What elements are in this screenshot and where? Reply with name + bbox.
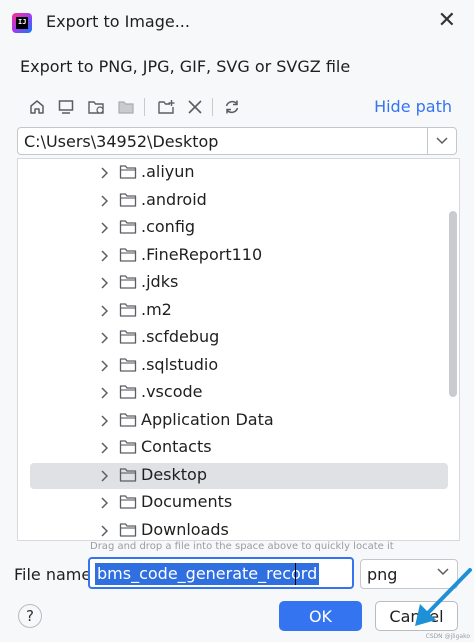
file-tree[interactable]: .aliyun .android .config .FineReport110 .jdk… (17, 158, 460, 541)
folder-icon (119, 247, 137, 262)
file-type-select[interactable]: png (360, 559, 458, 589)
tree-item[interactable]: .sqlstudio (30, 353, 448, 379)
toolbar-separator (144, 98, 145, 116)
window-title: Export to Image... (46, 12, 190, 31)
file-toolbar: Hide path (20, 92, 464, 122)
home-icon[interactable] (24, 94, 50, 120)
drag-drop-hint: Drag and drop a file into the space abov… (90, 541, 394, 552)
chevron-right-icon[interactable] (100, 194, 108, 207)
tree-item[interactable]: .vscode (30, 380, 448, 406)
file-name-selected-text: bms_code_generate_record (95, 563, 320, 585)
tree-item-label: .m2 (141, 299, 172, 319)
tree-item-label: .config (141, 217, 196, 236)
new-folder-plus-icon[interactable] (153, 94, 179, 120)
ok-button[interactable]: OK (279, 601, 362, 631)
desktop-icon[interactable] (53, 94, 79, 120)
close-icon[interactable]: ✕ (438, 10, 456, 32)
path-dropdown-button[interactable] (427, 128, 456, 154)
tree-item-label: .vscode (141, 382, 203, 401)
chevron-right-icon[interactable] (100, 277, 108, 289)
toolbar-separator (212, 98, 213, 116)
cancel-button[interactable]: Cancel (375, 601, 458, 631)
folder-icon (119, 357, 137, 372)
tree-item[interactable]: .config (30, 215, 448, 241)
folder-icon (119, 440, 137, 454)
tree-item-label: .android (141, 189, 207, 209)
tree-item-label: Documents (141, 492, 233, 511)
folder-icon (119, 467, 137, 482)
chevron-right-icon[interactable] (100, 359, 108, 372)
chevron-right-icon[interactable] (100, 222, 108, 234)
tree-item[interactable]: .android (30, 188, 448, 214)
tree-item-label: Contacts (141, 437, 212, 456)
tree-item[interactable]: .aliyun (30, 160, 448, 186)
file-name-label: File name: (14, 565, 97, 584)
chevron-right-icon[interactable] (100, 332, 108, 344)
tree-item[interactable]: Documents (30, 490, 448, 516)
chevron-right-icon[interactable] (100, 304, 108, 317)
folder-icon (119, 330, 137, 344)
folder-disabled-icon (113, 94, 139, 120)
file-type-value: png (367, 565, 398, 584)
chevron-down-icon (437, 568, 449, 576)
folder-icon (119, 192, 137, 207)
tree-item-label: Application Data (141, 409, 274, 429)
tree-item-label: .sqlstudio (141, 354, 219, 374)
folder-icon (119, 302, 137, 317)
tree-item-label: .FineReport110 (141, 244, 263, 264)
new-folder-icon[interactable] (83, 94, 109, 120)
tree-item-label: .jdks (141, 272, 179, 291)
chevron-down-icon (436, 137, 448, 145)
chevron-right-icon[interactable] (100, 442, 108, 454)
chevron-right-icon[interactable] (100, 249, 108, 262)
tree-item[interactable]: .FineReport110 (30, 243, 448, 269)
folder-icon (119, 495, 137, 509)
tree-item[interactable]: .scfdebug (30, 325, 448, 351)
chevron-right-icon[interactable] (100, 497, 108, 509)
chevron-right-icon[interactable] (100, 167, 108, 179)
chevron-right-icon[interactable] (100, 414, 108, 427)
folder-icon (119, 220, 137, 234)
path-combobox[interactable] (17, 127, 457, 155)
folder-icon (119, 275, 137, 289)
text-caret (295, 563, 296, 585)
folder-icon (119, 412, 137, 427)
intellij-logo-icon: IJ (12, 13, 32, 33)
tree-item[interactable]: .jdks (30, 270, 448, 296)
tree-item-label: Downloads (141, 519, 229, 539)
tree-item-label: .aliyun (141, 162, 195, 181)
folder-icon (119, 385, 137, 399)
tree-item-label: .scfdebug (141, 327, 220, 346)
tree-item[interactable]: Contacts (30, 435, 448, 461)
help-button[interactable]: ? (18, 604, 42, 628)
tree-item[interactable]: .m2 (30, 298, 448, 324)
path-input[interactable] (24, 131, 424, 151)
tree-scrollbar[interactable] (449, 211, 457, 397)
tree-item[interactable]: Downloads (30, 518, 448, 541)
chevron-right-icon[interactable] (100, 469, 108, 482)
tree-item-label: Desktop (141, 464, 207, 484)
chevron-right-icon[interactable] (100, 387, 108, 399)
tree-item[interactable]: Application Data (30, 408, 448, 434)
folder-icon (119, 522, 137, 537)
watermark: CSDN @jligako (425, 633, 470, 640)
refresh-icon[interactable] (219, 94, 245, 120)
file-name-field[interactable]: bms_code_generate_record (88, 557, 354, 589)
chevron-right-icon[interactable] (100, 524, 108, 537)
tree-item[interactable]: Desktop (30, 462, 448, 489)
hide-path-link[interactable]: Hide path (374, 97, 452, 116)
folder-icon (119, 165, 137, 179)
delete-icon[interactable] (182, 94, 208, 120)
dialog-subtitle: Export to PNG, JPG, GIF, SVG or SVGZ fil… (20, 57, 351, 76)
title-bar: IJ Export to Image... ✕ (0, 0, 474, 44)
